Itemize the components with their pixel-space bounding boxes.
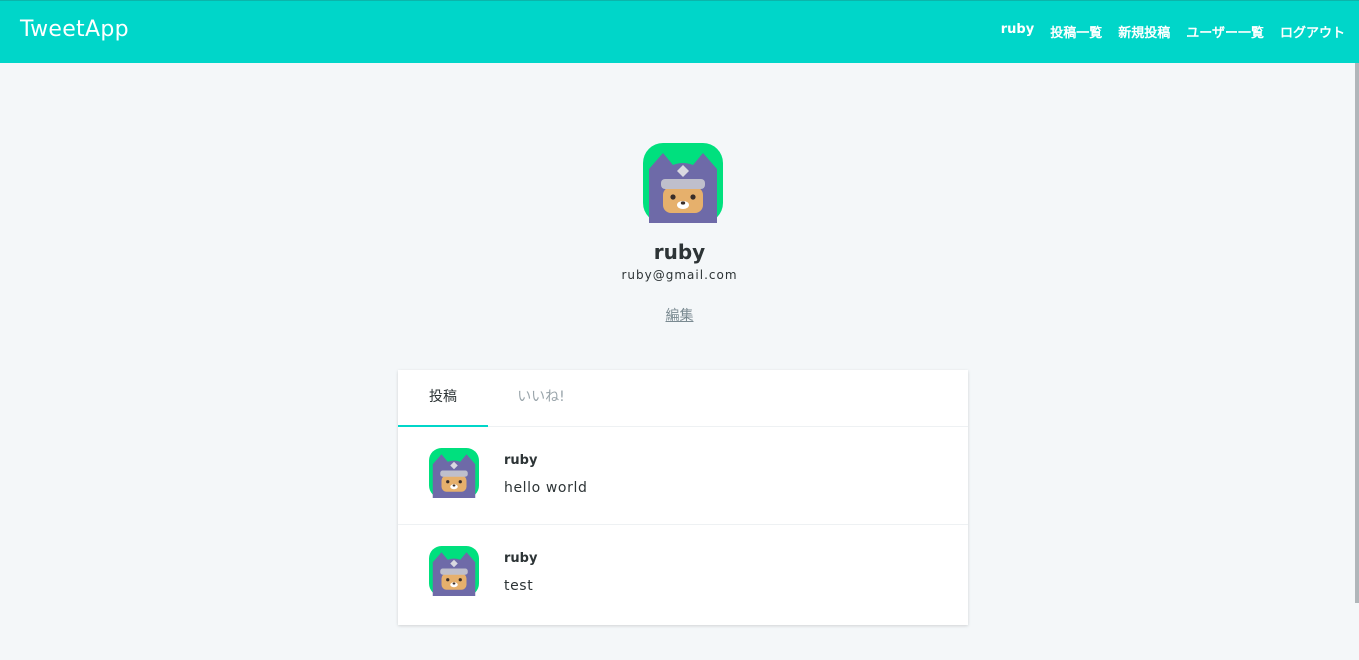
tab-likes[interactable]: いいね! — [488, 370, 594, 427]
post-item[interactable]: ruby hello world — [398, 427, 968, 525]
tab-posts[interactable]: 投稿 — [398, 370, 488, 427]
post-username[interactable]: ruby — [504, 551, 537, 566]
top-navbar: TweetApp ruby 投稿一覧 新規投稿 ユーザー一覧 ログアウト — [0, 0, 1359, 63]
nav-current-user[interactable]: ruby — [1001, 22, 1034, 41]
profile-email: ruby@gmail.com — [621, 268, 738, 282]
nav-logout[interactable]: ログアウト — [1280, 22, 1345, 41]
post-item[interactable]: ruby test — [398, 525, 968, 623]
edit-profile-wrapper: 編集 — [0, 305, 1359, 325]
nav-new-post[interactable]: 新規投稿 — [1118, 22, 1170, 41]
profile-name: ruby — [653, 240, 706, 264]
nav-users[interactable]: ユーザー一覧 — [1186, 22, 1264, 41]
profile-avatar — [643, 143, 723, 223]
post-username[interactable]: ruby — [504, 453, 537, 468]
post-content[interactable]: test — [504, 578, 533, 594]
profile-tabs: 投稿 いいね! — [398, 370, 968, 427]
edit-profile-link[interactable]: 編集 — [666, 308, 694, 324]
post-avatar[interactable] — [429, 448, 479, 498]
scrollbar[interactable] — [1355, 63, 1359, 603]
post-avatar[interactable] — [429, 546, 479, 596]
user-posts-card: 投稿 いいね! ruby hello world ruby test — [398, 370, 968, 625]
nav-posts[interactable]: 投稿一覧 — [1050, 22, 1102, 41]
post-content[interactable]: hello world — [504, 480, 587, 496]
header-nav: ruby 投稿一覧 新規投稿 ユーザー一覧 ログアウト — [1001, 22, 1345, 41]
app-logo[interactable]: TweetApp — [20, 17, 129, 42]
